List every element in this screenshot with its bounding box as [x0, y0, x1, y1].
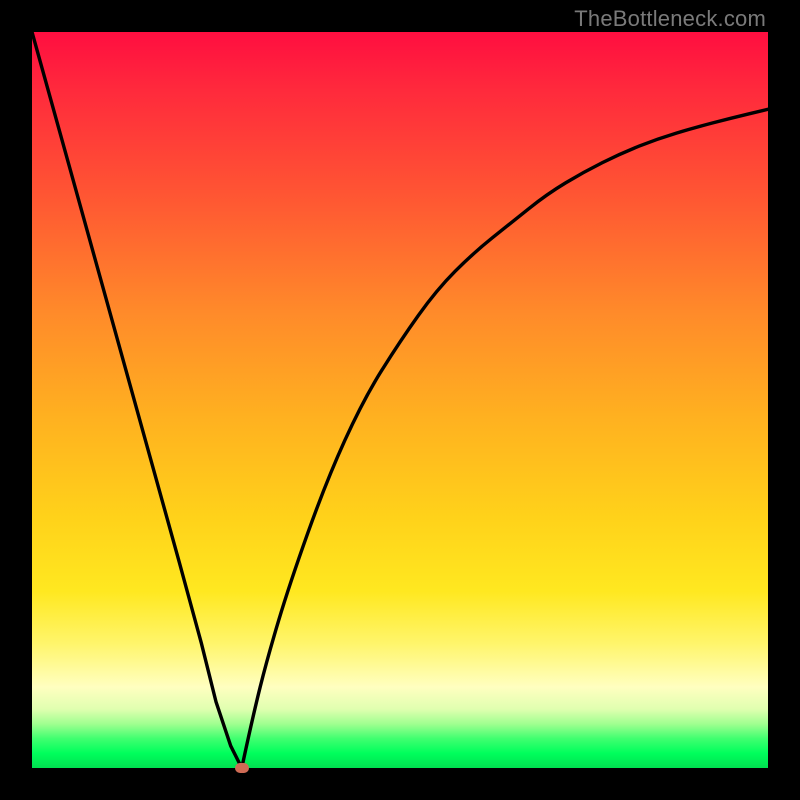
chart-plot-area	[32, 32, 768, 768]
curve-right-branch	[242, 109, 768, 768]
minimum-marker	[235, 763, 249, 773]
chart-frame: TheBottleneck.com	[0, 0, 800, 800]
bottleneck-curve	[32, 32, 768, 768]
watermark-text: TheBottleneck.com	[574, 6, 766, 32]
curve-left-branch	[32, 32, 242, 768]
